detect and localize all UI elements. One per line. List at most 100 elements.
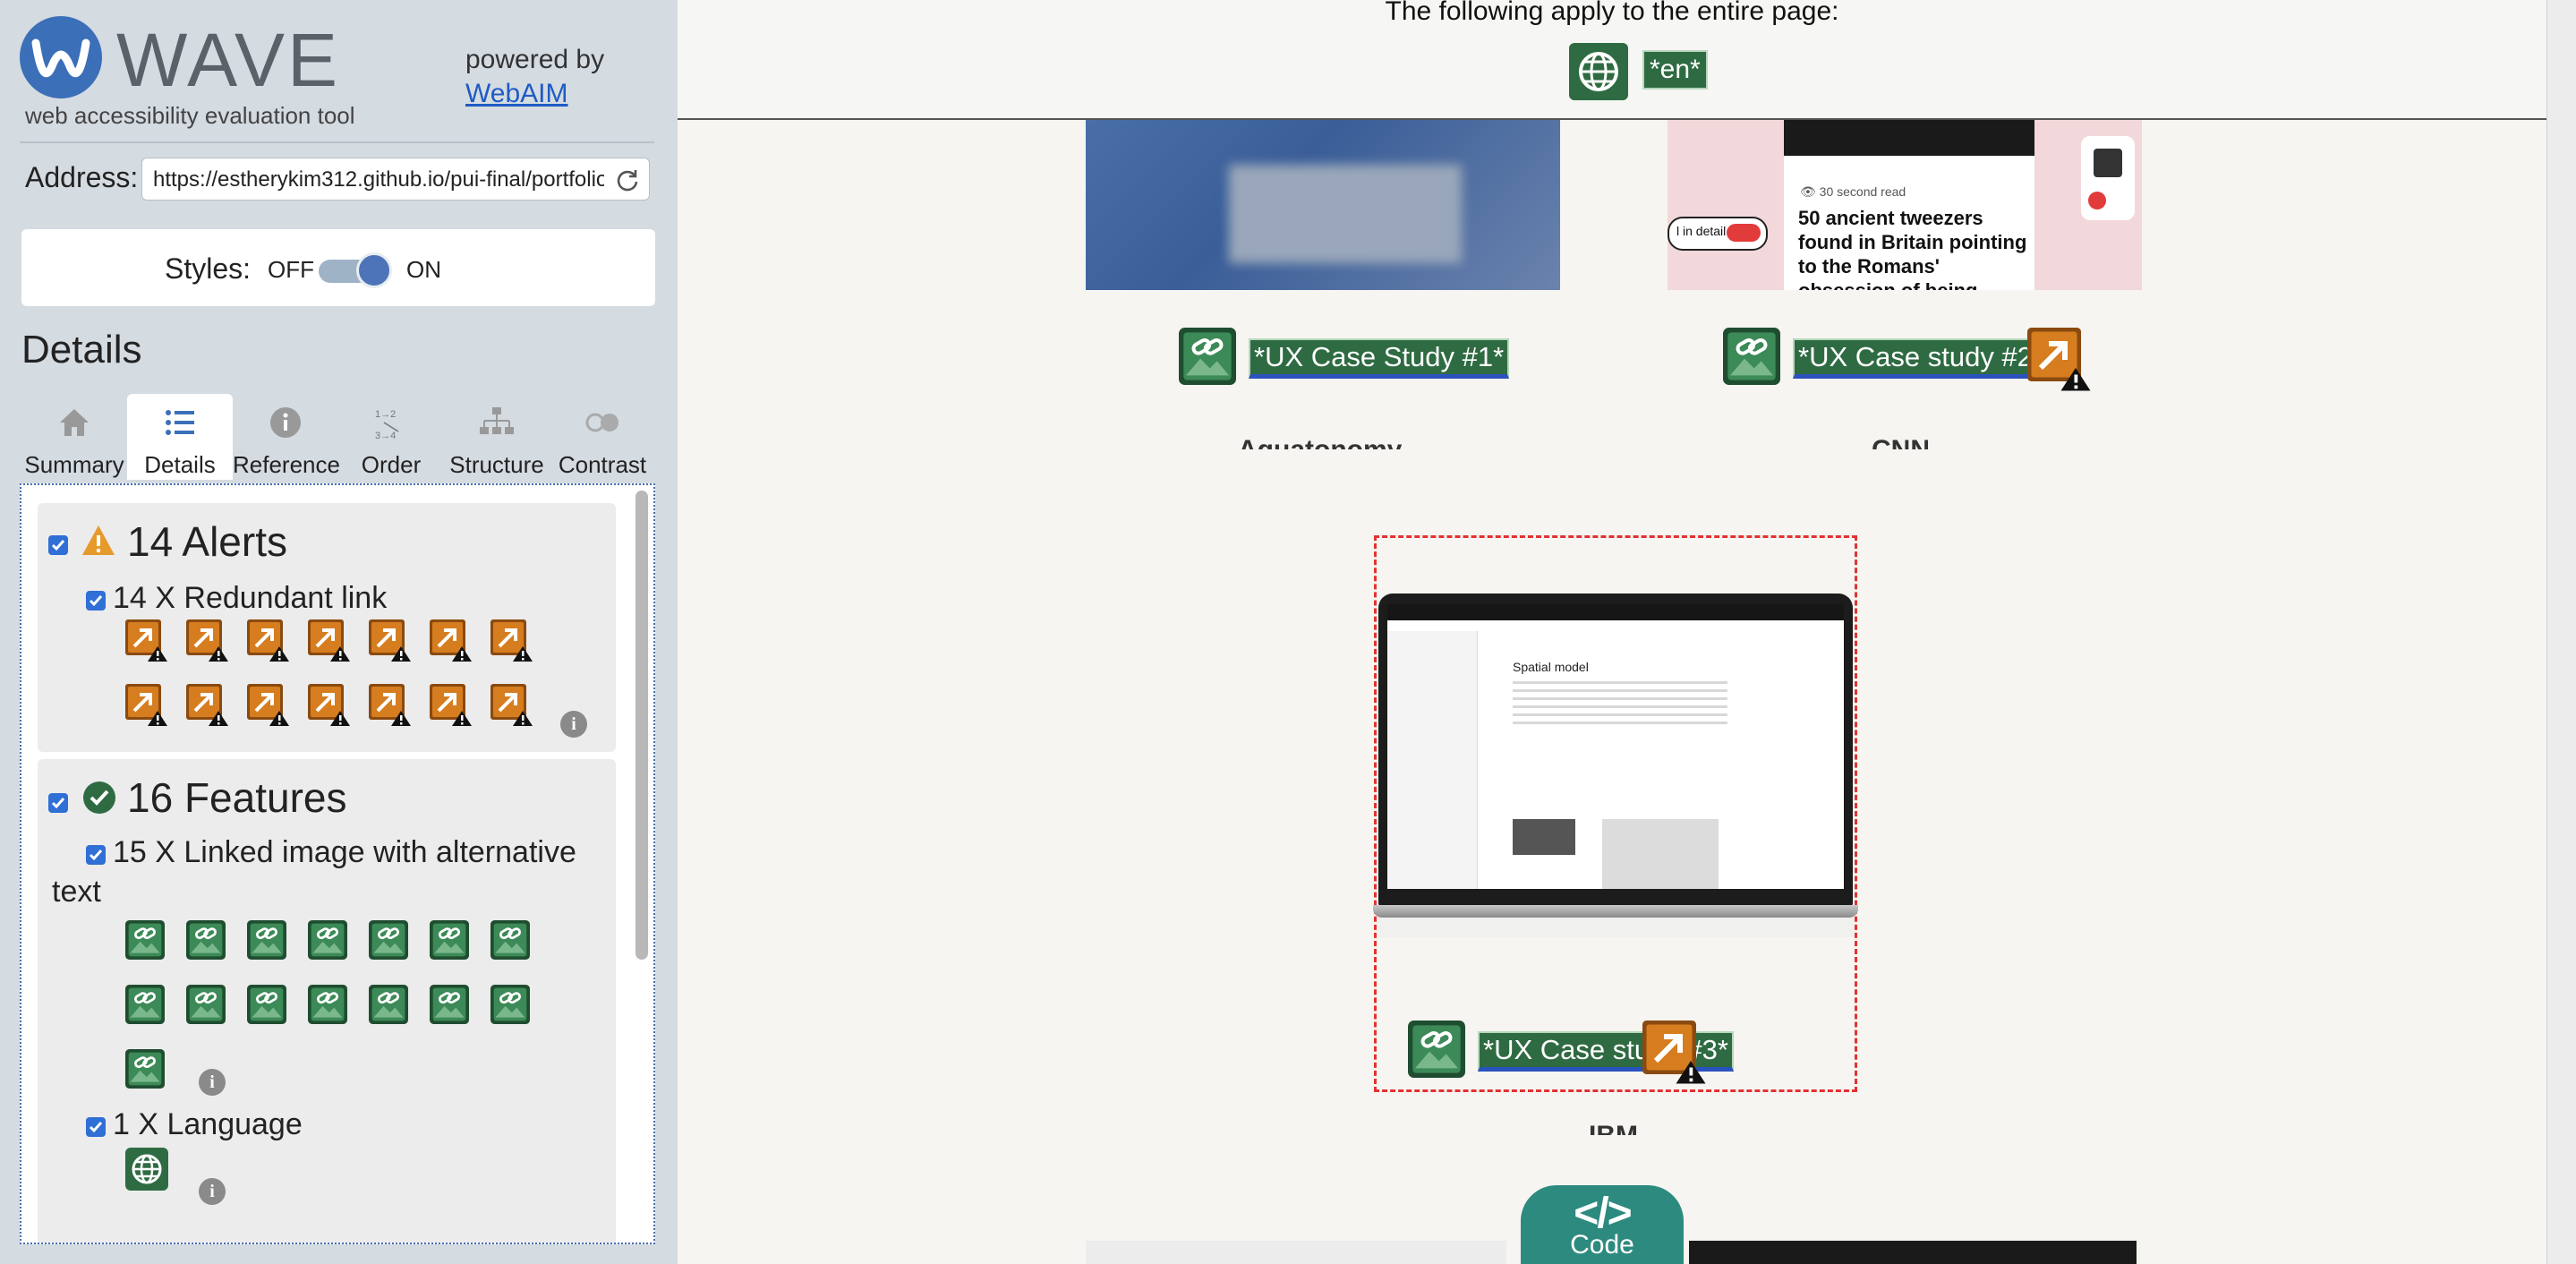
redundant-link-icon[interactable] [369,684,412,727]
linked-image-icon[interactable] [125,920,168,963]
features-checkbox[interactable] [48,793,68,813]
wave-logo [20,16,102,98]
info-icon[interactable]: i [560,711,587,738]
project-link-label[interactable]: *UX Case study #2* [1793,338,2049,379]
linked-image-icon[interactable] [1179,328,1236,389]
info-icon[interactable]: i [199,1069,226,1096]
linked-image-icon[interactable] [308,920,351,963]
detail-toggle-text: l in detail [1676,224,1727,238]
redundant-link-icon[interactable] [430,619,473,662]
app-header [1387,604,1844,620]
redundant-link-icon[interactable] [125,684,168,727]
linked-image-icon[interactable] [125,985,168,1028]
webaim-link[interactable]: WebAIM [465,77,604,111]
order-icon: 1→2 3→4 [375,409,399,440]
project-link-label[interactable]: *UX Case Study #1* [1249,338,1510,379]
laptop-screen: Spatial model [1378,594,1853,907]
scrollbar-thumb[interactable] [635,491,648,960]
tab-structure[interactable]: Structure [444,394,550,480]
next-thumbnail [1689,1241,2137,1264]
redundant-link-icon[interactable] [490,619,533,662]
powered-by-text: powered by [465,45,605,74]
play-icon [2088,192,2106,209]
tab-contrast[interactable]: Contrast [550,394,655,480]
linked-image-icon[interactable] [1408,1021,1465,1082]
laptop-screen-content: Spatial model [1387,604,1844,889]
wave-title: WAVE [116,18,341,102]
company-name: CNN [1872,435,1930,449]
alerts-checkbox[interactable] [48,535,68,555]
redundant-link-icon[interactable] [308,619,351,662]
errors-group-partial [38,1228,616,1243]
redundant-link-icon[interactable] [247,619,290,662]
linked-image-icon[interactable] [1723,328,1780,389]
tab-label: Summary [24,451,124,478]
redundant-link-icon[interactable] [369,619,412,662]
tab-summary[interactable]: Summary [21,394,127,480]
news-card-image [1784,120,2034,156]
language-icon[interactable] [1569,43,1628,100]
tab-details[interactable]: Details [127,394,233,480]
tab-label: Contrast [558,451,647,478]
linked-image-icon[interactable] [247,985,290,1028]
news-headline: 50 ancient tweezers found in Britain poi… [1798,207,2027,290]
avatar [2094,149,2122,177]
toggle-knob [356,252,392,288]
linked-image-icon[interactable] [186,920,229,963]
styles-toggle[interactable] [319,252,392,288]
laptop-mockup: Spatial model [1373,594,1858,934]
page-scrollbar[interactable] [2546,0,2576,1264]
linked-image-icon[interactable] [490,985,533,1028]
redundant-link-icon[interactable] [430,684,473,727]
next-thumbnail-left [1086,1241,1506,1264]
address-label: Address: [25,161,139,193]
redundant-link-icon[interactable] [125,619,168,662]
detail-toggle-switch [1727,224,1761,242]
redundant-link-icon[interactable] [490,684,533,727]
news-card: 👁 30 second read 50 ancient tweezers fou… [1784,120,2034,290]
company-name: IBM [1589,1121,1638,1135]
linked-image-icon[interactable] [125,1049,168,1092]
linked-image-icon[interactable] [430,920,473,963]
linked-image-icon[interactable] [369,920,412,963]
features-group: 16 Features 15 X Linked image with alter… [38,759,616,1243]
tab-label: Order [361,451,422,478]
address-input[interactable] [151,166,606,194]
powered-by: powered by WebAIM [465,43,604,111]
language-checkbox[interactable] [86,1117,106,1137]
redundant-link-checkbox[interactable] [86,591,106,611]
project-thumbnail-1[interactable] [1086,120,1560,290]
code-view-button[interactable]: </> Code [1521,1185,1684,1264]
linked-image-icon[interactable] [308,985,351,1028]
redundant-link-icon[interactable] [1642,1021,1707,1089]
focused-link-outline[interactable]: Spatial model [1373,535,1858,1092]
linked-image-icon[interactable] [490,920,533,963]
audio-player-card [2081,136,2135,220]
tab-label: Structure [449,451,544,478]
info-icon[interactable]: i [199,1178,226,1205]
info-icon [270,407,301,438]
svg-text:3→4: 3→4 [375,431,396,440]
styles-off-label: OFF [268,256,314,283]
redundant-link-icon[interactable] [2027,328,2092,397]
tab-order[interactable]: 1→2 3→4 Order [338,394,444,480]
linked-image-icon[interactable] [247,920,290,963]
linked-image-icon[interactable] [186,985,229,1028]
language-icon[interactable] [125,1148,168,1191]
linked-image-icon[interactable] [430,985,473,1028]
project-thumbnail-2[interactable]: l in detail 👁 30 second read 50 ancient … [1668,120,2142,290]
linked-image-icon[interactable] [369,985,412,1028]
redundant-link-icon[interactable] [308,684,351,727]
banner-text: The following apply to the entire page: [1385,0,1839,26]
detail-toggle-pill: l in detail [1668,217,1768,251]
code-button-label: Code [1570,1230,1634,1260]
redundant-link-icon[interactable] [186,684,229,727]
svg-text:1→2: 1→2 [375,409,396,420]
address-field[interactable] [141,158,650,201]
tab-reference[interactable]: Reference [233,394,340,480]
eye-icon: 👁 [1800,184,1820,199]
details-scrollbar[interactable] [632,491,650,1234]
redundant-link-icon[interactable] [186,619,229,662]
reload-icon[interactable] [615,167,640,192]
redundant-link-icon[interactable] [247,684,290,727]
